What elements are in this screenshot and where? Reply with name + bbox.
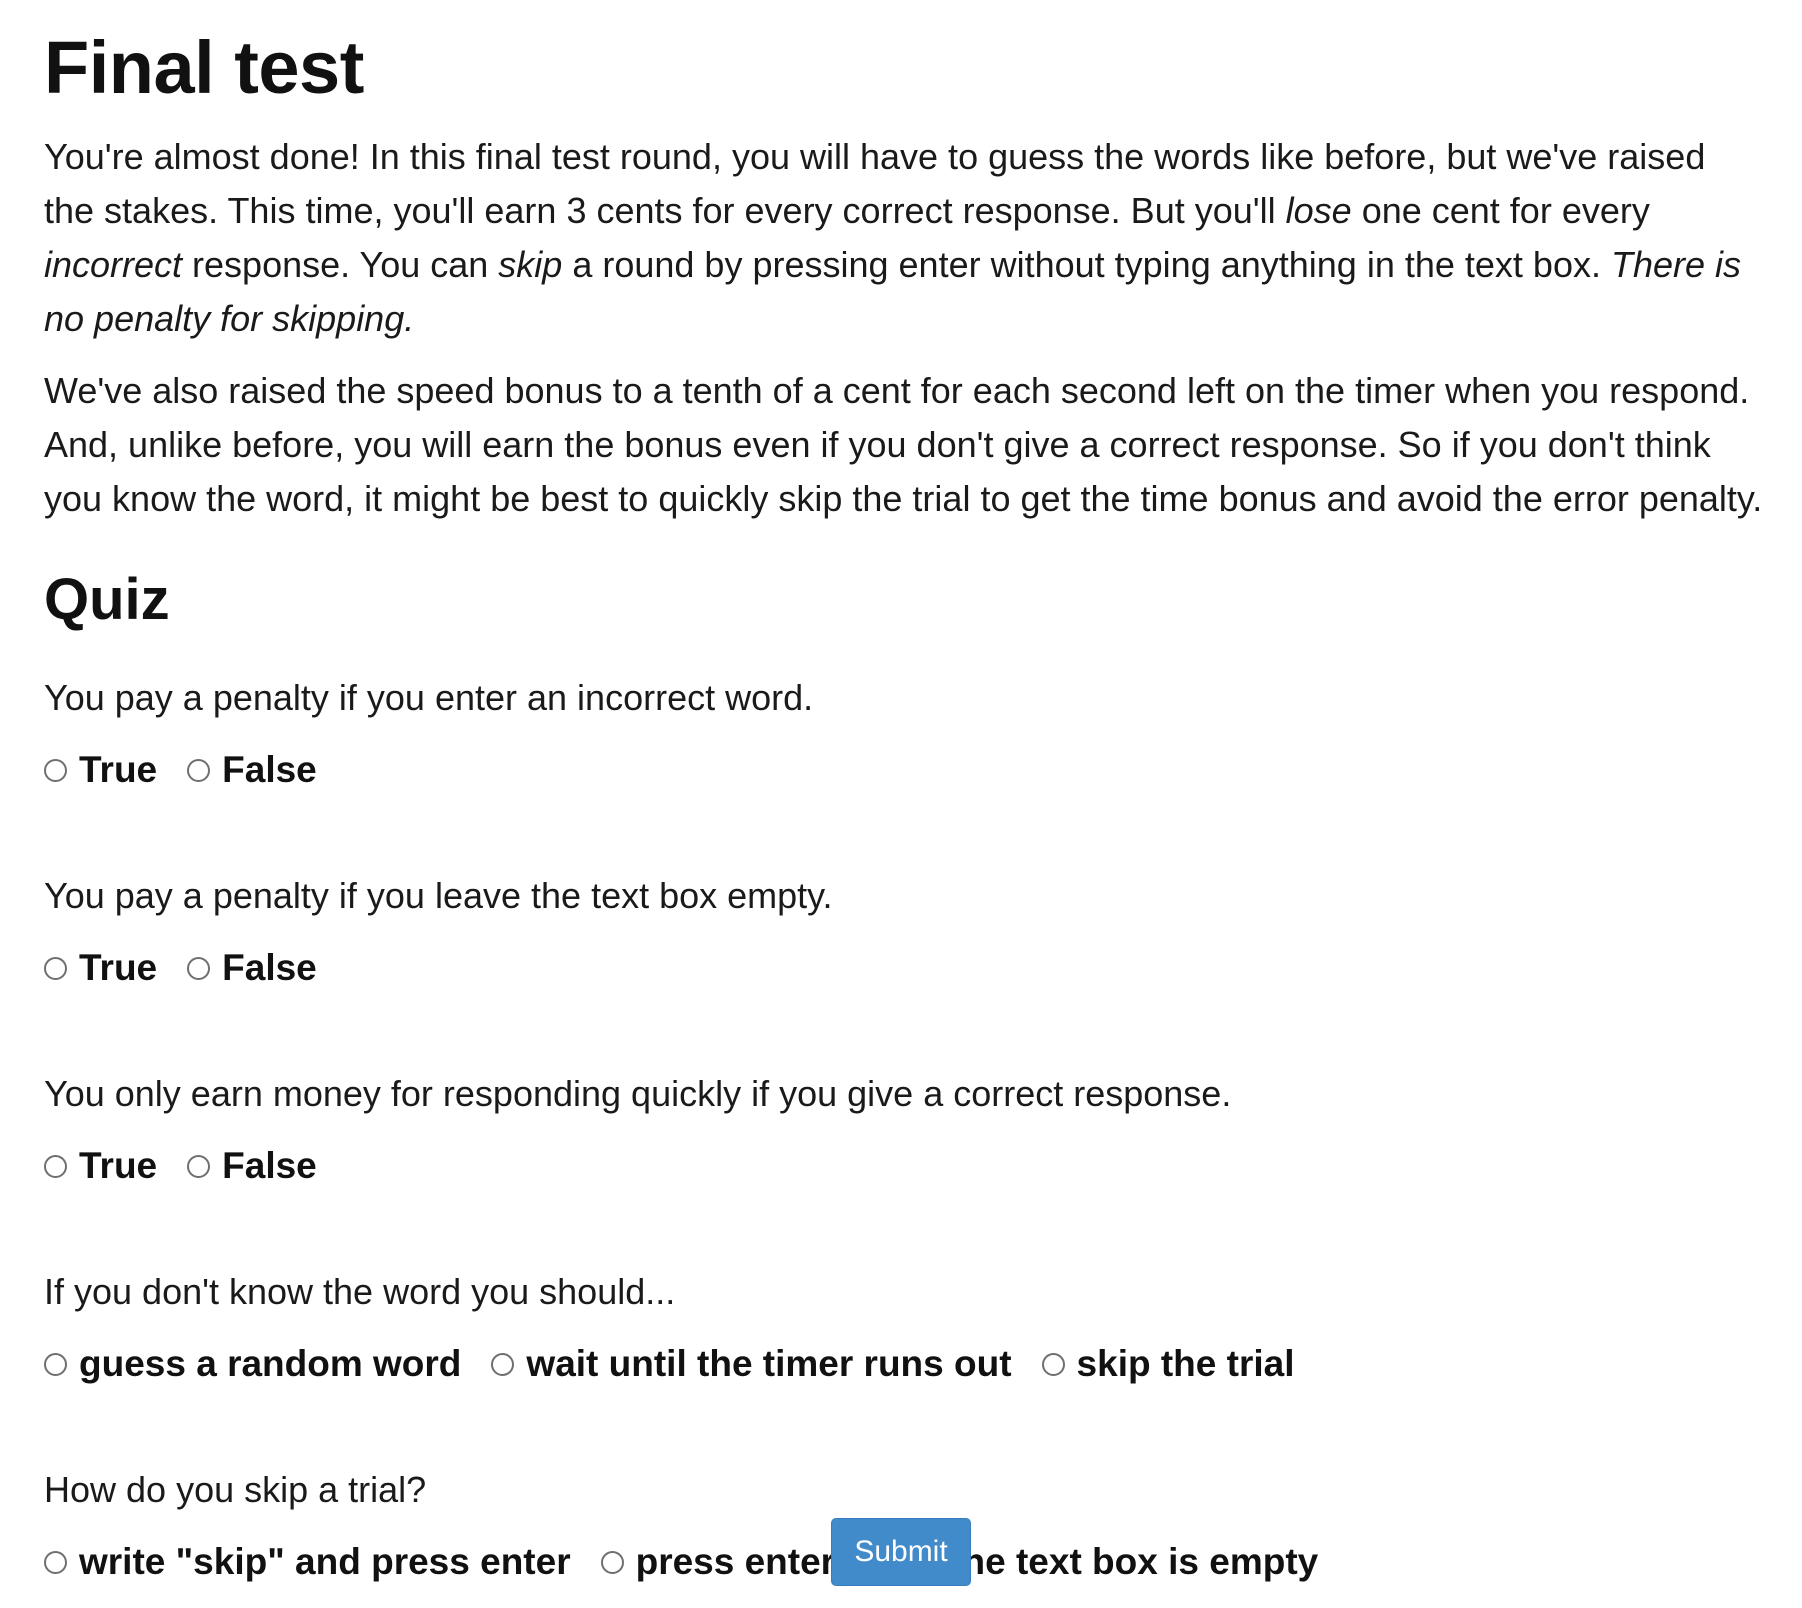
question-3: You only earn money for responding quick… — [44, 1072, 1758, 1188]
option-label: True — [79, 749, 158, 790]
emphasis-lose: lose — [1285, 190, 1352, 231]
submit-button[interactable]: Submit — [831, 1518, 971, 1586]
instructions-text: response. You can — [182, 244, 499, 285]
option-skip-trial[interactable]: skip the trial — [1041, 1342, 1295, 1386]
option-true[interactable]: True — [44, 1144, 157, 1188]
instructions: You're almost done! In this final test r… — [44, 130, 1762, 526]
radio-button[interactable] — [44, 758, 67, 782]
radio-button[interactable] — [187, 1154, 211, 1178]
radio-button[interactable] — [44, 956, 67, 980]
radio-button[interactable] — [491, 1352, 515, 1376]
instructions-text: a round by pressing enter without typing… — [562, 244, 1611, 285]
option-wait-timer[interactable]: wait until the timer runs out — [491, 1342, 1012, 1386]
option-false[interactable]: False — [187, 946, 317, 990]
radio-button[interactable] — [187, 956, 211, 980]
answer-options: True False — [44, 748, 1758, 792]
question-2: You pay a penalty if you leave the text … — [44, 874, 1758, 990]
question-text: How do you skip a trial? — [44, 1469, 427, 1510]
answer-options: True False — [44, 1144, 1758, 1188]
quiz-heading: Quiz — [44, 567, 170, 632]
question-4: If you don't know the word you should...… — [44, 1270, 1758, 1386]
option-label: guess a random word — [79, 1343, 462, 1384]
question-1: You pay a penalty if you enter an incorr… — [44, 676, 1758, 792]
question-text: You pay a penalty if you leave the text … — [44, 875, 833, 916]
question-text: You only earn money for responding quick… — [44, 1073, 1232, 1114]
answer-options: guess a random word wait until the timer… — [44, 1342, 1758, 1386]
emphasis-incorrect: incorrect — [44, 244, 183, 285]
option-label: False — [222, 947, 317, 988]
option-false[interactable]: False — [187, 748, 317, 792]
radio-button[interactable] — [44, 1352, 67, 1376]
instructions-paragraph-1: You're almost done! In this final test r… — [44, 130, 1764, 346]
emphasis-skip: skip — [498, 244, 563, 285]
page: Final test You're almost done! In this f… — [0, 0, 1802, 1608]
instructions-paragraph-2: We've also raised the speed bonus to a t… — [44, 370, 1763, 519]
option-label: True — [79, 947, 158, 988]
instructions-text: one cent for every — [1351, 190, 1650, 231]
option-label: wait until the timer runs out — [526, 1343, 1012, 1384]
option-label: skip the trial — [1076, 1343, 1295, 1384]
question-text: You pay a penalty if you enter an incorr… — [44, 677, 814, 718]
option-true[interactable]: True — [44, 748, 157, 792]
option-label: True — [79, 1145, 158, 1186]
option-label: False — [222, 1145, 317, 1186]
option-false[interactable]: False — [187, 1144, 317, 1188]
radio-button[interactable] — [1041, 1352, 1065, 1376]
quiz-form: You pay a penalty if you enter an incorr… — [44, 676, 1758, 1584]
submit-area: Submit — [0, 1518, 1802, 1586]
answer-options: True False — [44, 946, 1758, 990]
option-true[interactable]: True — [44, 946, 157, 990]
page-title: Final test — [44, 26, 364, 109]
question-text: If you don't know the word you should... — [44, 1271, 676, 1312]
radio-button[interactable] — [44, 1154, 67, 1178]
radio-button[interactable] — [187, 758, 211, 782]
option-label: False — [222, 749, 317, 790]
option-guess-random-word[interactable]: guess a random word — [44, 1342, 461, 1386]
